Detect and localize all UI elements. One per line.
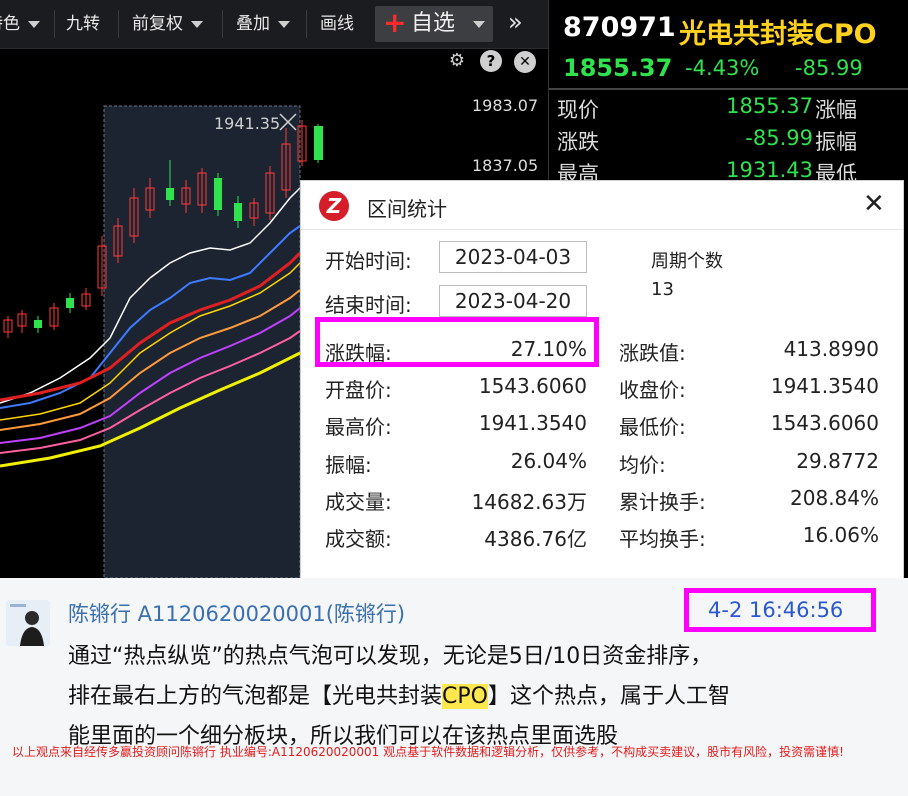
- highlight-box: [315, 317, 599, 367]
- jiuzhuan-label: 九转: [66, 14, 100, 34]
- end-time-label: 结束时间:: [325, 293, 412, 317]
- stat-value: 29.8772: [796, 449, 879, 473]
- end-time-field[interactable]: 2023-04-20: [439, 285, 587, 317]
- stat-value: 1941.3540: [478, 411, 587, 435]
- person-icon: [6, 600, 50, 646]
- stat-label: 收盘价:: [619, 378, 686, 402]
- start-time-field[interactable]: 2023-04-03: [439, 241, 587, 273]
- watchlist-label: 自选: [411, 11, 456, 36]
- post-line-1: 通过“热点纵览”的热点气泡可以发现，无论是5日/10日资金排序，: [68, 644, 713, 669]
- add-watchlist-button[interactable]: + 自选: [375, 6, 493, 42]
- stat-value: 208.84%: [790, 486, 879, 510]
- stat-value: 1543.6060: [770, 411, 879, 435]
- comment-panel: 陈锵行 A1120620020001(陈锵行) 4-2 16:46:56 通过“…: [0, 578, 908, 796]
- close-icon[interactable]: ✕: [514, 51, 536, 73]
- quote-row-right-label: 振幅: [815, 130, 857, 154]
- stock-code: 870971: [563, 12, 676, 43]
- forward-adjust-button[interactable]: 前复权: [132, 0, 203, 48]
- chevron-down-icon: [28, 20, 40, 28]
- quote-row-value: -85.99: [745, 126, 813, 150]
- quote-row-value: 1931.43: [726, 158, 813, 182]
- stat-value: 413.8990: [783, 337, 879, 361]
- chevron-down-icon: [191, 20, 203, 28]
- stat-label: 成交额:: [325, 527, 392, 551]
- stat-value: 26.04%: [510, 449, 587, 473]
- stat-label: 累计换手:: [619, 490, 706, 514]
- current-price: 1855.37: [563, 54, 673, 82]
- close-icon[interactable]: ✕: [863, 189, 885, 219]
- change-amount: -85.99: [795, 56, 863, 80]
- change-percent: -4.43%: [685, 56, 760, 80]
- quote-row: 现价 1855.37 涨幅: [557, 94, 907, 126]
- quote-row-right-label: 涨幅: [815, 98, 857, 122]
- stat-value: 16.06%: [802, 523, 879, 547]
- quote-row-value: 1855.37: [726, 94, 813, 118]
- start-time-label: 开始时间:: [325, 249, 412, 273]
- forward-adjust-label: 前复权: [132, 14, 183, 34]
- draw-line-button[interactable]: 画线: [320, 0, 354, 48]
- jiuzhuan-button[interactable]: 九转: [66, 0, 100, 48]
- interval-stats-dialog: Z 区间统计 ✕ 开始时间: 2023-04-03 结束时间: 2023-04-…: [300, 180, 904, 578]
- region-high-label: 1941.35: [214, 114, 281, 133]
- y-axis-label-2: 1837.05: [472, 156, 539, 175]
- feature-menu-button[interactable]: 特色: [0, 0, 40, 48]
- chevron-down-icon: [473, 21, 485, 28]
- quote-row-label: 现价: [557, 98, 599, 122]
- stat-label: 最低价:: [619, 415, 686, 439]
- post-text: 】这个热点，属于人工智: [487, 684, 730, 709]
- stat-label: 开盘价:: [325, 378, 392, 402]
- highlight-box: [684, 588, 876, 632]
- app-logo-icon: Z: [319, 191, 349, 221]
- stat-value: 4386.76亿: [484, 527, 587, 551]
- quote-panel: 870971 光电共封装CPO 1855.37 -4.43% -85.99 现价…: [548, 0, 908, 190]
- overlay-button[interactable]: 叠加: [236, 0, 290, 48]
- stat-label: 涨跌值:: [619, 341, 686, 365]
- avatar[interactable]: [6, 600, 50, 646]
- stat-label: 均价:: [619, 453, 666, 477]
- y-axis-label-top: 1983.07: [472, 96, 539, 115]
- plus-icon: +: [383, 6, 407, 39]
- period-count-value: 13: [651, 279, 674, 300]
- stat-label: 平均换手:: [619, 527, 706, 551]
- stat-label: 振幅:: [325, 453, 372, 477]
- stock-name: 光电共封装CPO: [679, 19, 877, 50]
- stat-value: 1941.3540: [770, 374, 879, 398]
- dialog-title: 区间统计: [367, 197, 447, 221]
- author-name[interactable]: 陈锵行 A1120620020001(陈锵行): [68, 598, 405, 628]
- chevron-down-icon: [278, 20, 290, 28]
- stat-value: 14682.63万: [471, 490, 587, 514]
- stat-label: 最高价:: [325, 415, 392, 439]
- dialog-title-bar: Z 区间统计 ✕: [301, 181, 903, 230]
- quote-row: 涨跌 -85.99 振幅: [557, 126, 907, 158]
- post-line-2: 排在最右上方的气泡都是【光电共封装CPO】这个热点，属于人工智: [68, 678, 730, 710]
- overlay-label: 叠加: [236, 14, 270, 34]
- quote-row-label: 涨跌: [557, 130, 599, 154]
- stat-value: 1543.6060: [478, 374, 587, 398]
- period-count-label: 周期个数: [651, 251, 723, 272]
- draw-line-label: 画线: [320, 14, 354, 34]
- more-icon[interactable]: »: [508, 8, 523, 36]
- stat-label: 成交量:: [325, 490, 392, 514]
- post-text: 排在最右上方的气泡都是【光电共封装: [68, 684, 443, 709]
- chart-area: 特色 九转 前复权 叠加 画线 + 自选 » ⚙?✕: [0, 0, 908, 578]
- feature-menu-label: 特色: [0, 14, 20, 34]
- disclaimer: 以上观点来自经传多赢投资顾问陈锵行 执业编号:A1120620020001 观点…: [12, 745, 844, 759]
- highlighted-term: CPO: [442, 684, 488, 709]
- toolbar: 特色 九转 前复权 叠加 画线 + 自选 »: [0, 0, 548, 49]
- help-icon[interactable]: ?: [480, 50, 502, 72]
